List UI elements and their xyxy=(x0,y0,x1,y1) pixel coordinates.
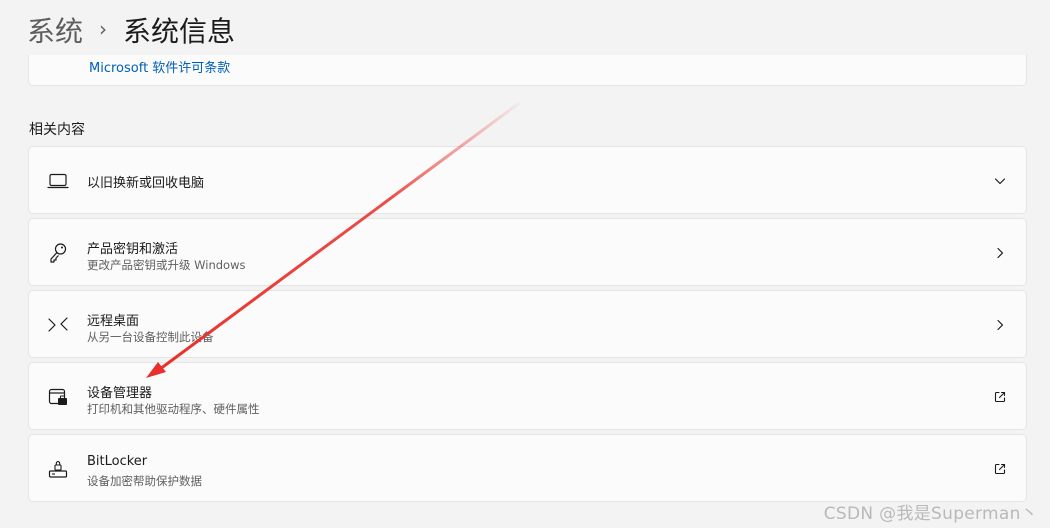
related-content-heading: 相关内容 xyxy=(29,122,85,138)
key-icon xyxy=(46,241,70,265)
breadcrumb: 系统 › 系统信息 xyxy=(27,8,235,52)
device-manager-icon xyxy=(46,385,70,409)
card-title: 远程桌面 xyxy=(87,314,140,329)
open-external-icon[interactable] xyxy=(988,385,1012,409)
card-title: 设备管理器 xyxy=(87,386,153,401)
card-subtitle: 更改产品密钥或升级 Windows xyxy=(87,258,246,272)
chevron-right-icon[interactable] xyxy=(988,313,1012,337)
page-title: 系统信息 xyxy=(123,15,236,48)
breadcrumb-separator: › xyxy=(99,17,108,41)
card-title: BitLocker xyxy=(87,454,148,469)
chevron-down-icon[interactable] xyxy=(988,169,1012,193)
remote-desktop-icon xyxy=(46,313,70,337)
laptop-icon xyxy=(46,169,70,193)
trade-in-recycle-card[interactable]: 以旧换新或回收电脑 xyxy=(28,146,1027,214)
card-title: 以旧换新或回收电脑 xyxy=(87,176,205,191)
card-subtitle: 打印机和其他驱动程序、硬件属性 xyxy=(87,402,260,416)
product-key-activation-card[interactable]: 产品密钥和激活 更改产品密钥或升级 Windows xyxy=(28,218,1027,286)
watermark: CSDN @我是Superman丶 xyxy=(823,504,1038,524)
open-external-icon[interactable] xyxy=(988,457,1012,481)
remote-desktop-card[interactable]: 远程桌面 从另一台设备控制此设备 xyxy=(28,290,1027,358)
bitlocker-icon xyxy=(46,457,70,481)
breadcrumb-parent[interactable]: 系统 xyxy=(27,10,83,50)
device-manager-card[interactable]: 设备管理器 打印机和其他驱动程序、硬件属性 xyxy=(28,362,1027,430)
chevron-right-icon[interactable] xyxy=(988,241,1012,265)
bitlocker-card[interactable]: BitLocker 设备加密帮助保护数据 xyxy=(28,434,1027,502)
card-title: 产品密钥和激活 xyxy=(87,242,179,257)
card-subtitle: 从另一台设备控制此设备 xyxy=(87,330,214,344)
card-subtitle: 设备加密帮助保护数据 xyxy=(87,474,202,488)
license-terms-link[interactable]: Microsoft 软件许可条款 xyxy=(89,57,230,76)
license-card: Microsoft 软件许可条款 xyxy=(28,55,1027,86)
